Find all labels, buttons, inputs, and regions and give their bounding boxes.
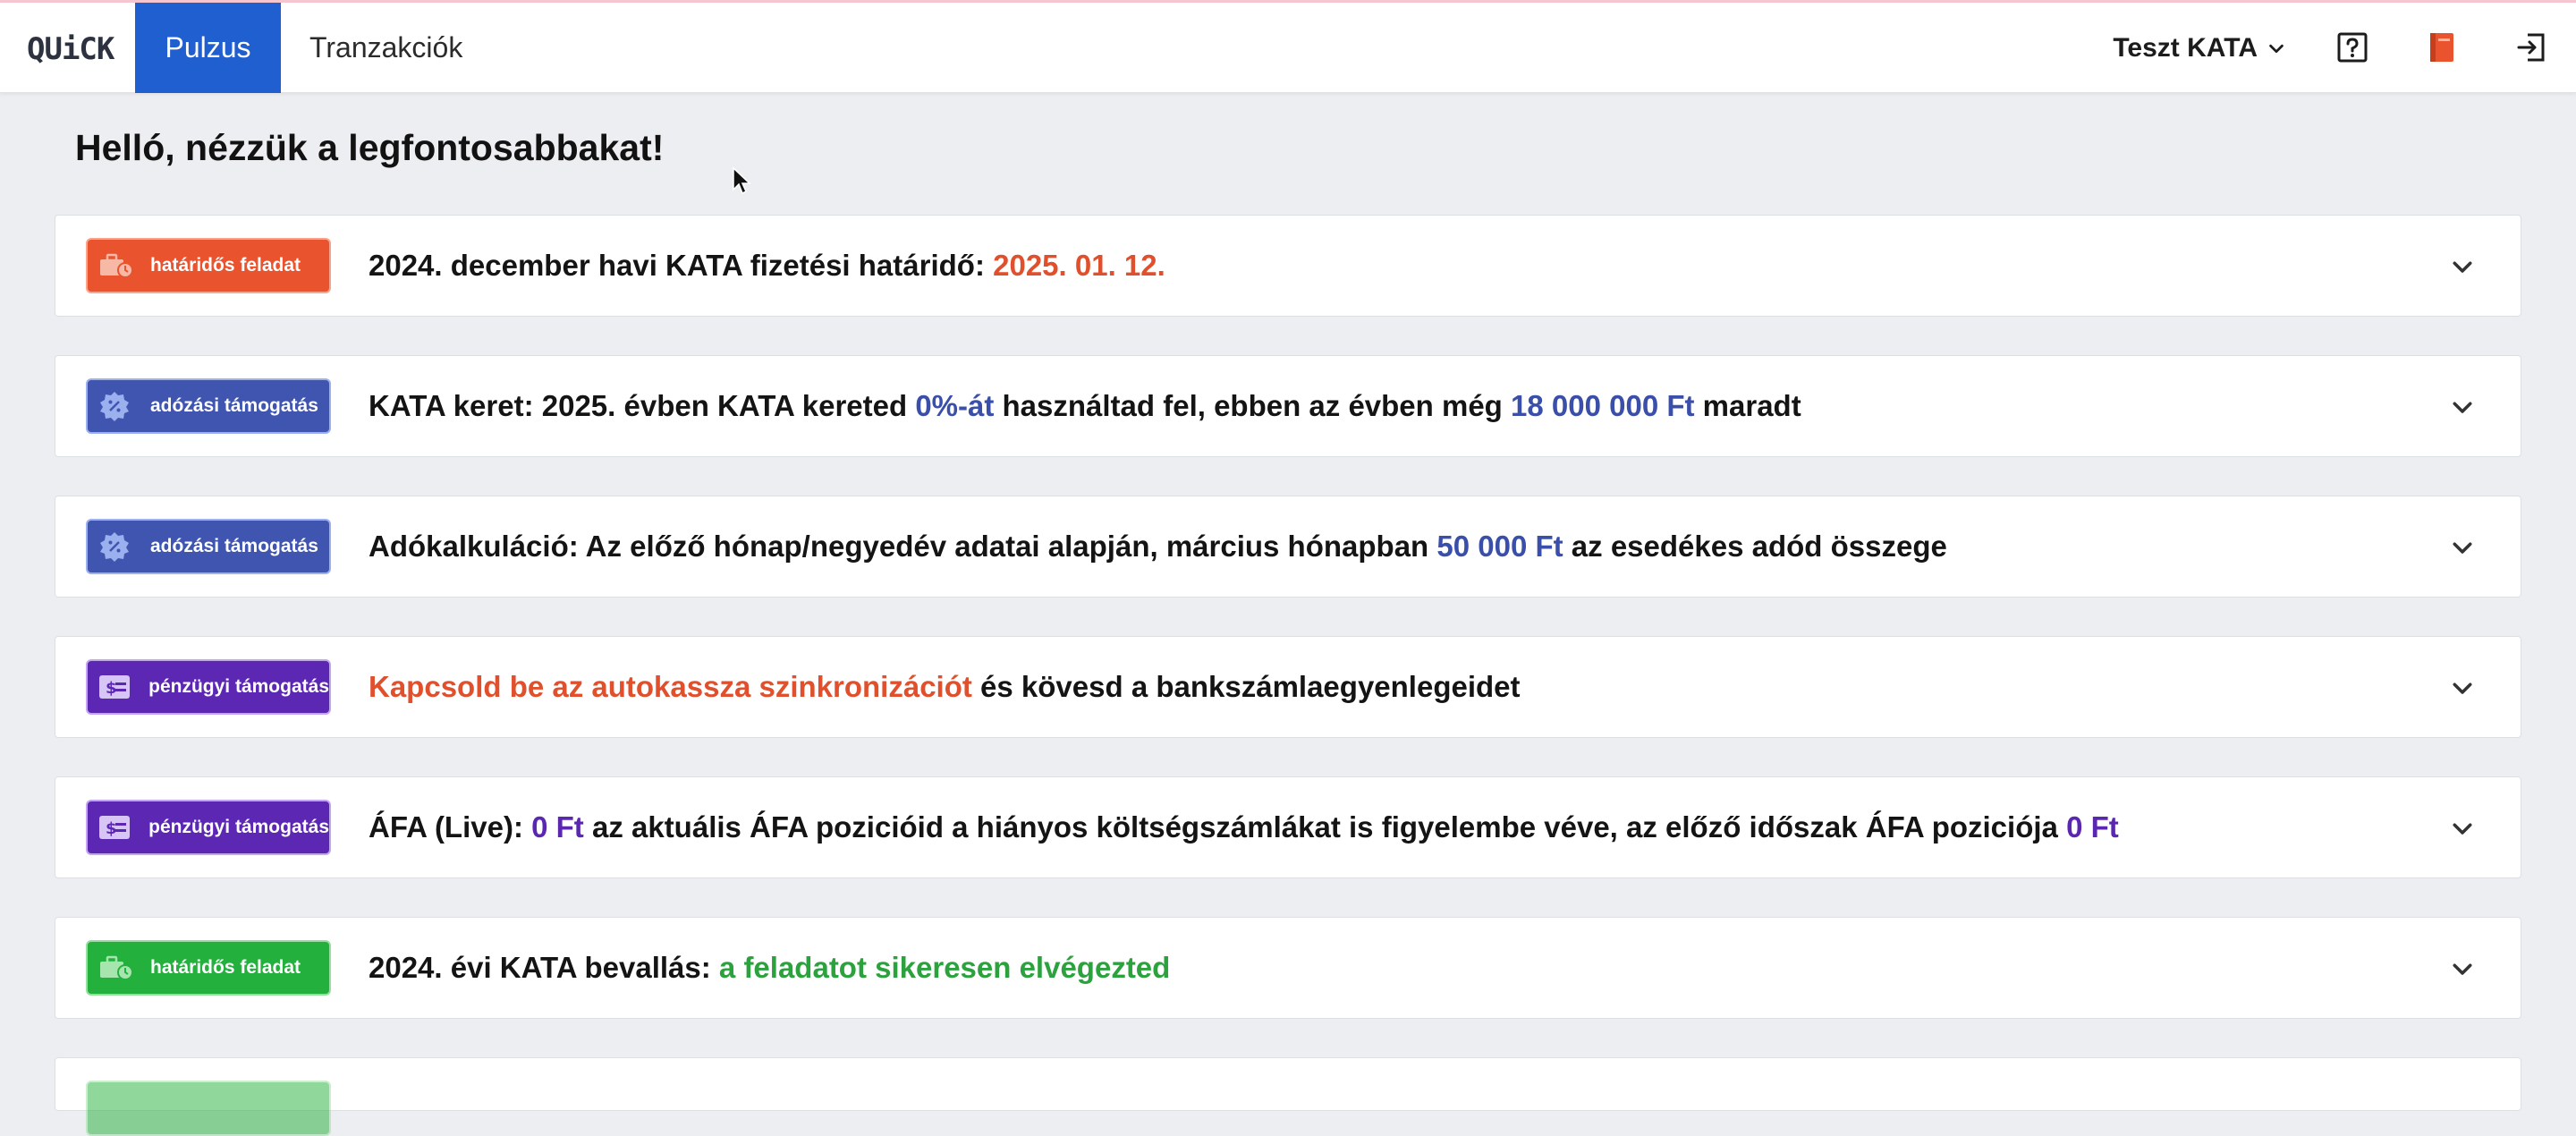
remaining-amount: 18 000 000 Ft bbox=[1511, 389, 1695, 422]
card-message: Adókalkuláció: Az előző hónap/negyedév a… bbox=[369, 496, 1947, 597]
badge-label: pénzügyi támogatás bbox=[148, 676, 329, 697]
message-text: 2024. december havi KATA fizetési határi… bbox=[369, 249, 994, 282]
status-badge: határidős feladat bbox=[86, 940, 331, 996]
pulse-card-kata-annual-return[interactable]: határidős feladat 2024. évi KATA bevallá… bbox=[55, 917, 2521, 1019]
pulse-card-partial[interactable] bbox=[55, 1057, 2521, 1136]
message-text: ÁFA (Live): bbox=[369, 810, 532, 844]
vat-current-amount: 0 Ft bbox=[531, 810, 584, 844]
money-icon: $ bbox=[98, 674, 140, 699]
message-text: 2024. évi KATA bevallás: bbox=[369, 951, 719, 984]
briefcase-clock-icon bbox=[98, 252, 141, 279]
mouse-cursor-icon bbox=[733, 166, 751, 195]
logout-button[interactable] bbox=[2513, 30, 2549, 65]
tab-pulzus[interactable]: Pulzus bbox=[135, 3, 281, 93]
knowledge-base-button[interactable] bbox=[2424, 30, 2460, 65]
pulse-card-tax-calculation[interactable]: adózási támogatás Adókalkuláció: Az előz… bbox=[55, 496, 2521, 598]
vat-previous-amount: 0 Ft bbox=[2066, 810, 2119, 844]
percent-badge-icon bbox=[98, 530, 141, 563]
chevron-down-icon[interactable] bbox=[2449, 394, 2476, 420]
message-text: Adókalkuláció: Az előző hónap/negyedév a… bbox=[369, 530, 1437, 563]
used-percent: 0%-át bbox=[915, 389, 995, 422]
chevron-down-icon[interactable] bbox=[2449, 253, 2476, 280]
pulse-card-kata-payment-deadline[interactable]: határidős feladat 2024. december havi KA… bbox=[55, 215, 2521, 317]
status-badge: $ pénzügyi támogatás bbox=[86, 800, 331, 855]
help-icon bbox=[2337, 32, 2368, 63]
task-completed-text: a feladatot sikeresen elvégezted bbox=[718, 951, 1171, 984]
company-selector-label: Teszt KATA bbox=[2113, 33, 2258, 63]
pulse-card-kata-limit[interactable]: adózási támogatás KATA keret: 2025. évbe… bbox=[55, 355, 2521, 457]
card-message: 2024. évi KATA bevallás: a feladatot sik… bbox=[369, 918, 1170, 1018]
status-badge bbox=[86, 1081, 331, 1136]
book-icon bbox=[2430, 33, 2453, 62]
chevron-down-icon[interactable] bbox=[2449, 674, 2476, 701]
logout-icon bbox=[2517, 33, 2545, 62]
top-navigation-bar: QUiCK Pulzus Tranzakciók Teszt KATA bbox=[0, 0, 2576, 93]
message-text: használtad fel, ebben az évben még bbox=[994, 389, 1512, 422]
message-text: az esedékes adód összege bbox=[1563, 530, 1947, 563]
app-logo[interactable]: QUiCK bbox=[27, 28, 114, 71]
tax-amount: 50 000 Ft bbox=[1436, 530, 1563, 563]
company-selector[interactable]: Teszt KATA bbox=[2113, 3, 2286, 93]
chevron-down-icon[interactable] bbox=[2449, 534, 2476, 561]
card-message: Kapcsold be az autokassza szinkronizáció… bbox=[369, 637, 1521, 737]
message-text: maradt bbox=[1694, 389, 1801, 422]
tab-tranzakciok[interactable]: Tranzakciók bbox=[281, 3, 491, 93]
briefcase-clock-icon bbox=[98, 954, 141, 981]
card-message: KATA keret: 2025. évben KATA kereted 0%-… bbox=[369, 356, 1801, 456]
deadline-date: 2025. 01. 12. bbox=[993, 249, 1165, 282]
status-badge: adózási támogatás bbox=[86, 378, 331, 434]
svg-text:$: $ bbox=[106, 819, 117, 838]
percent-badge-icon bbox=[98, 390, 141, 422]
message-text: és kövesd a bankszámlaegyenlegeidet bbox=[971, 670, 1521, 703]
status-badge: határidős feladat bbox=[86, 238, 331, 293]
status-badge: $ pénzügyi támogatás bbox=[86, 659, 331, 715]
pulse-card-vat-live[interactable]: $ pénzügyi támogatás ÁFA (Live): 0 Ft az… bbox=[55, 776, 2521, 878]
chevron-down-icon[interactable] bbox=[2449, 815, 2476, 842]
help-button[interactable] bbox=[2334, 30, 2370, 65]
svg-text:$: $ bbox=[106, 679, 117, 698]
status-badge: adózási támogatás bbox=[86, 519, 331, 574]
badge-label: adózási támogatás bbox=[150, 395, 318, 416]
page-greeting: Helló, nézzük a legfontosabbakat! bbox=[75, 127, 665, 168]
badge-label: határidős feladat bbox=[150, 957, 301, 978]
badge-label: adózási támogatás bbox=[150, 536, 318, 556]
card-message: 2024. december havi KATA fizetési határi… bbox=[369, 216, 1165, 316]
message-text: az aktuális ÁFA pozicióid a hiányos költ… bbox=[583, 810, 2067, 844]
chevron-down-icon[interactable] bbox=[2449, 955, 2476, 982]
card-message: ÁFA (Live): 0 Ft az aktuális ÁFA pozició… bbox=[369, 777, 2119, 877]
badge-label: pénzügyi támogatás bbox=[148, 817, 329, 837]
message-text: KATA keret: 2025. évben KATA kereted bbox=[369, 389, 916, 422]
money-icon: $ bbox=[98, 815, 140, 840]
badge-label: határidős feladat bbox=[150, 255, 301, 276]
chevron-down-icon bbox=[2269, 44, 2284, 53]
enable-sync-link[interactable]: Kapcsold be az autokassza szinkronizáció… bbox=[369, 670, 972, 703]
pulse-card-autokassza-sync[interactable]: $ pénzügyi támogatás Kapcsold be az auto… bbox=[55, 636, 2521, 738]
